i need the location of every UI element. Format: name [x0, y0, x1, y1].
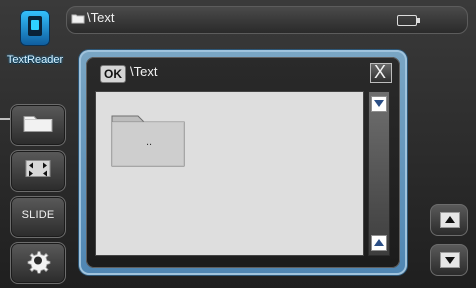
dialog-path: \Text — [130, 64, 158, 79]
battery-icon — [397, 15, 420, 26]
page-down-button[interactable] — [430, 244, 468, 276]
page-up-icon — [440, 212, 460, 228]
page-down-icon — [440, 252, 460, 268]
page-up-button[interactable] — [430, 204, 468, 236]
text-reader-icon — [20, 10, 50, 46]
parent-folder-item[interactable]: .. — [108, 104, 190, 170]
dialog-inner: OK \Text X .. — [86, 57, 400, 268]
gear-icon — [25, 248, 51, 279]
file-list-area: .. — [95, 91, 364, 256]
sidebar-settings-button[interactable] — [10, 242, 66, 284]
folder-icon — [21, 111, 55, 140]
app-launcher[interactable]: TextReader — [4, 10, 66, 70]
folder-icon — [108, 115, 190, 174]
parent-folder-label: .. — [145, 136, 153, 148]
sidebar-folder-button[interactable] — [10, 104, 66, 146]
file-browser-dialog: OK \Text X .. — [79, 50, 407, 275]
close-button[interactable]: X — [370, 63, 392, 83]
current-path: \Text — [87, 10, 115, 25]
device-screen: \Text TextReader SLIDE OK \Text X .. — [0, 0, 476, 288]
sidebar-slide-button[interactable]: SLIDE — [10, 196, 66, 238]
close-icon: X — [374, 62, 387, 82]
fit-screen-icon — [23, 158, 53, 185]
sidebar-fit-button[interactable] — [10, 150, 66, 192]
scroll-down-button[interactable] — [371, 96, 387, 112]
dialog-title-bar: OK \Text X — [86, 57, 400, 87]
top-status-bar: \Text — [66, 6, 468, 34]
app-name-label: TextReader — [6, 54, 64, 66]
vertical-scrollbar[interactable] — [368, 91, 390, 256]
ok-button[interactable]: OK — [100, 65, 126, 83]
scroll-up-button[interactable] — [371, 235, 387, 251]
folder-icon — [71, 11, 85, 29]
slide-label: SLIDE — [21, 209, 55, 221]
